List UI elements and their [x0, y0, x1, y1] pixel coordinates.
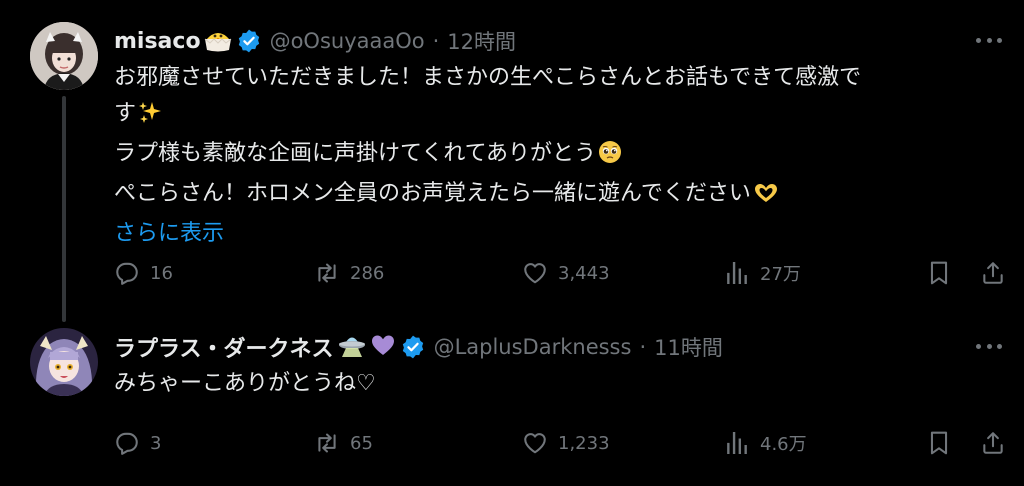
view-count: 27万 — [760, 264, 801, 285]
like-count: 1,233 — [558, 432, 610, 454]
action-bar: 16 286 3,443 27万 — [114, 258, 1004, 288]
hatching-chick-icon — [204, 26, 232, 56]
bookmark-button[interactable] — [926, 258, 952, 288]
avatar[interactable] — [30, 22, 98, 90]
tweet-text-line: ラプ様も素敵な企画に声掛けてくれてありがとう — [114, 136, 994, 176]
pleading-face-icon — [598, 140, 622, 176]
share-button[interactable] — [980, 428, 1006, 458]
tweet-header: ラプラス・ダークネス @LaplusDarknesss · 11時間 — [114, 328, 1004, 366]
bookmark-button[interactable] — [926, 428, 952, 458]
purple-heart-icon — [370, 333, 396, 361]
tweet-text-line: みちゃーこありがとうね♡ — [114, 371, 376, 396]
tweet-text: お邪魔させていただきました！まさかの生ぺこらさんとお話もできて感激で す ラプ様… — [114, 60, 994, 216]
handle[interactable]: @oOsuyaaaOo — [270, 29, 425, 53]
timestamp[interactable]: 11時間 — [654, 332, 723, 362]
separator-dot: · — [432, 29, 440, 53]
tweet[interactable]: misaco @oOsuyaaaOo · 12時間 お邪魔させていただきました！… — [0, 0, 1024, 322]
reply-count: 16 — [150, 262, 173, 284]
ufo-icon — [337, 332, 367, 362]
retweet-button[interactable]: 286 — [314, 258, 384, 288]
share-button[interactable] — [980, 258, 1006, 288]
like-button[interactable]: 1,233 — [522, 428, 610, 458]
separator-dot: · — [639, 335, 647, 359]
like-button[interactable]: 3,443 — [522, 258, 610, 288]
sparkles-icon — [138, 100, 162, 136]
tweet-text-line: お邪魔させていただきました！まさかの生ぺこらさんとお話もできて感激で — [114, 65, 862, 90]
verified-badge-icon[interactable] — [400, 334, 426, 360]
more-options-icon[interactable] — [974, 28, 1004, 52]
heart-icon — [524, 263, 546, 284]
retweet-button[interactable]: 65 — [314, 428, 373, 458]
retweet-icon — [318, 433, 336, 453]
views-button[interactable]: 4.6万 — [724, 428, 807, 458]
tweet-header: misaco @oOsuyaaaOo · 12時間 — [114, 22, 1004, 60]
heart-icon — [524, 433, 546, 454]
reply-count: 3 — [150, 432, 162, 454]
reply-button[interactable]: 16 — [114, 258, 173, 288]
display-name[interactable]: misaco — [114, 29, 201, 54]
heart-hands-icon — [753, 180, 779, 216]
show-more-link[interactable]: さらに表示 — [114, 216, 1004, 252]
reply-icon — [116, 432, 138, 455]
views-button[interactable]: 27万 — [724, 258, 801, 288]
retweet-count: 65 — [350, 432, 373, 454]
reply-button[interactable]: 3 — [114, 428, 161, 458]
avatar-image — [30, 22, 98, 90]
reply-icon — [116, 262, 138, 285]
bookmark-icon — [930, 261, 948, 285]
tweet-text-line: ぺこらさん！ホロメン全員のお声覚えたら一緒に遊んでください — [114, 176, 994, 216]
like-count: 3,443 — [558, 262, 610, 284]
tweet-text-line: す — [114, 96, 994, 136]
more-options-icon[interactable] — [974, 334, 1004, 358]
thread-line — [62, 96, 66, 322]
handle[interactable]: @LaplusDarknesss — [434, 335, 632, 359]
avatar-image — [30, 328, 98, 396]
tweet-text: みちゃーこありがとうね♡ — [114, 366, 994, 402]
action-bar: 3 65 1,233 4.6万 — [114, 428, 1004, 458]
timestamp[interactable]: 12時間 — [447, 26, 516, 56]
view-count: 4.6万 — [760, 434, 807, 455]
share-icon — [983, 262, 1003, 284]
tweet-text-fragment: す — [114, 101, 137, 126]
tweet-text-fragment: ラプ様も素敵な企画に声掛けてくれてありがとう — [114, 141, 597, 166]
tweet[interactable]: ラプラス・ダークネス @LaplusDarknesss · 11時間 みちゃーこ… — [0, 316, 1024, 486]
retweet-count: 286 — [350, 262, 385, 284]
display-name[interactable]: ラプラス・ダークネス — [114, 331, 334, 363]
analytics-icon — [727, 262, 747, 284]
verified-badge-icon[interactable] — [236, 28, 262, 54]
retweet-icon — [318, 263, 336, 283]
bookmark-icon — [930, 431, 948, 455]
analytics-icon — [727, 432, 747, 454]
avatar[interactable] — [30, 328, 98, 396]
tweet-text-fragment: ぺこらさん！ホロメン全員のお声覚えたら一緒に遊んでください — [114, 181, 751, 206]
share-icon — [983, 432, 1003, 454]
